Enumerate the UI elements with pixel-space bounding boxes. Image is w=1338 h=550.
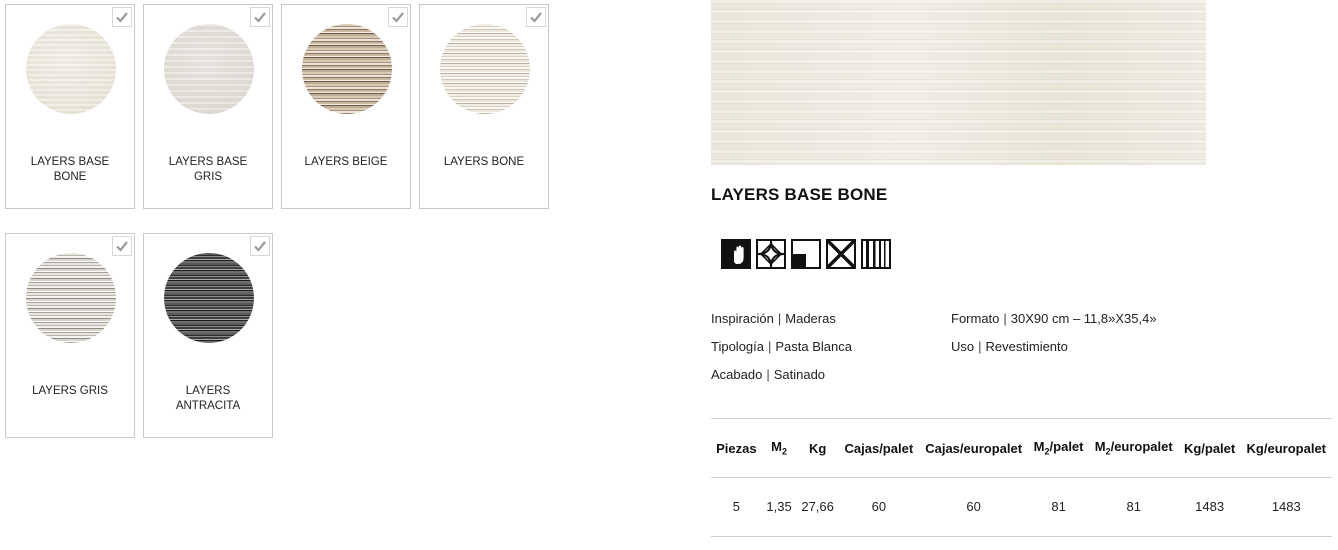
swatch-image [440, 24, 530, 114]
swatch-image [26, 24, 116, 114]
col-m2-palet: M2/palet [1033, 439, 1084, 457]
checkmark-icon[interactable] [250, 236, 270, 256]
spec-inspiracion: Inspiración | Maderas [711, 311, 836, 326]
checkmark-icon[interactable] [250, 7, 270, 27]
col-m2-europalet: M2/europalet [1094, 439, 1173, 457]
table-bottom-divider [711, 536, 1332, 537]
cell-kg-europalet: 1483 [1271, 498, 1301, 514]
product-title: LAYERS BASE BONE [711, 185, 888, 204]
spec-formato: Formato | 30X90 cm – 11,8»X35,4» [951, 311, 1157, 326]
table-header-row: Piezas M2 Kg Cajas/palet Cajas/europalet… [711, 419, 1332, 477]
vertical-stripes-icon [861, 239, 891, 269]
cell-kg-palet: 1483 [1195, 498, 1225, 514]
product-tile-image [711, 0, 1206, 165]
checkmark-icon[interactable] [112, 236, 132, 256]
swatch-card-layers-beige[interactable]: LAYERS BEIGE [281, 4, 411, 209]
swatch-name: LAYERS BEIGE [304, 156, 388, 168]
col-kg-europalet: Kg/europalet [1246, 440, 1327, 456]
col-cajas-europalet: Cajas/europalet [925, 440, 1023, 456]
swatch-image [164, 24, 254, 114]
swatch-card-layers-gris[interactable]: LAYERS GRIS [5, 233, 135, 438]
swatch-card-layers-base-gris[interactable]: LAYERS BASE GRIS [143, 4, 273, 209]
checkmark-icon[interactable] [388, 7, 408, 27]
swatch-card-layers-base-bone[interactable]: LAYERS BASE BONE [5, 4, 135, 209]
x-cross-icon [826, 239, 856, 269]
cell-m2: 1,35 [766, 498, 792, 514]
swatch-image [302, 24, 392, 114]
swatch-image [164, 253, 254, 343]
wall-hand-icon [721, 239, 751, 269]
cell-cajas-palet: 60 [871, 498, 887, 514]
table-row: 5 1,35 27,66 60 60 81 81 1483 1483 [711, 477, 1332, 535]
col-kg-palet: Kg/palet [1183, 440, 1236, 456]
feature-icons [721, 239, 891, 269]
cell-m2-europalet: 81 [1126, 498, 1141, 514]
cell-piezas: 5 [732, 498, 740, 514]
spec-uso: Uso | Revestimiento [951, 339, 1068, 354]
cell-cajas-europalet: 60 [966, 498, 981, 514]
corner-square-icon [791, 239, 821, 269]
swatch-card-layers-antracita[interactable]: LAYERS ANTRACITA [143, 233, 273, 438]
cell-m2-palet: 81 [1051, 498, 1066, 514]
swatch-name: LAYERS ANTRACITA [175, 385, 241, 412]
swatch-image [26, 253, 116, 343]
checkmark-icon[interactable] [526, 7, 546, 27]
cell-kg: 27,66 [801, 498, 834, 514]
col-kg: Kg [808, 440, 827, 456]
checkmark-icon[interactable] [112, 7, 132, 27]
col-piezas: Piezas [716, 440, 757, 456]
swatch-name: LAYERS GRIS [32, 385, 108, 397]
col-cajas-palet: Cajas/palet [844, 440, 914, 456]
swatch-name: LAYERS BASE GRIS [168, 156, 248, 183]
col-m2: M2 [771, 439, 787, 457]
swatch-name: LAYERS BASE BONE [30, 156, 110, 183]
swatch-card-layers-bone[interactable]: LAYERS BONE [419, 4, 549, 209]
spec-tipologia: Tipología | Pasta Blanca [711, 339, 852, 354]
spec-acabado: Acabado | Satinado [711, 367, 826, 382]
packaging-table: Piezas M2 Kg Cajas/palet Cajas/europalet… [711, 419, 1332, 535]
star-diamond-icon [756, 239, 786, 269]
swatch-name: LAYERS BONE [443, 156, 525, 168]
